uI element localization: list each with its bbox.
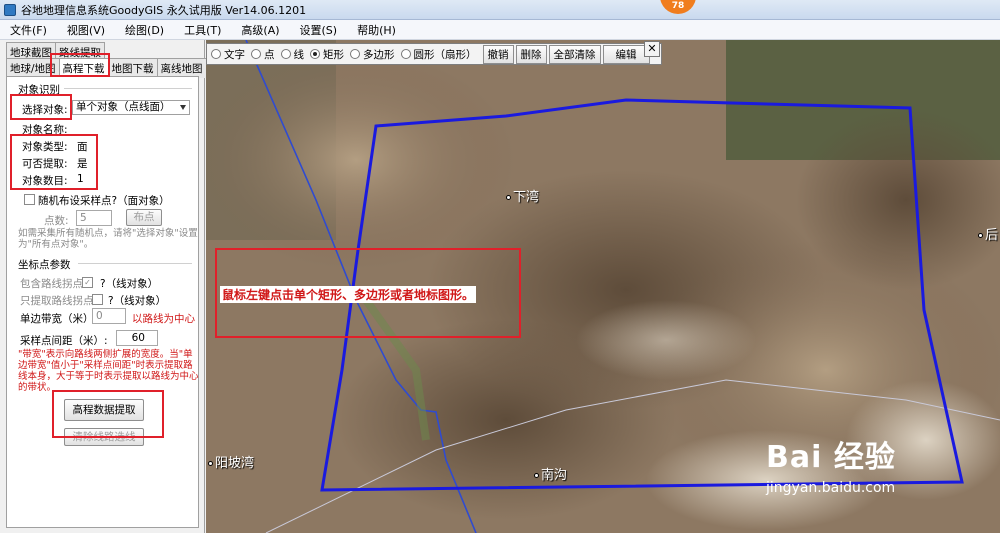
radio-dot-selected <box>310 49 320 59</box>
place-name: 阳坡湾 <box>215 456 255 471</box>
radio-rectangle[interactable]: 矩形 <box>310 47 344 62</box>
extractable-value: 是 <box>77 158 88 170</box>
radio-label: 点 <box>264 48 275 61</box>
include-inflection-label: 包含路线拐点 <box>20 278 83 290</box>
draw-toolbar: 文字 点 线 矩形 多边形 圆形（扇形） 撤销 删除 全部清除 编辑 <box>206 43 662 65</box>
random-sample-label: 随机布设采样点?（面对象） <box>38 195 170 207</box>
menu-draw[interactable]: 绘图(D) <box>115 22 174 38</box>
select-object-dropdown[interactable]: 单个对象（点线面） <box>72 100 190 115</box>
place-label-hou: 后 <box>978 224 998 243</box>
place-label-yangpowan: 阳坡湾 <box>208 452 254 471</box>
place-name: 下湾 <box>513 190 540 205</box>
place-label-nangou: 南沟 <box>534 464 567 483</box>
title-bar: 谷地地理信息系统GoodyGIS 永久试用版 Ver14.06.1201 <box>0 0 1000 20</box>
window-title: 谷地地理信息系统GoodyGIS 永久试用版 Ver14.06.1201 <box>21 3 307 17</box>
place-marker-icon <box>506 195 511 200</box>
tab-row-2: 地球/地图 高程下载 地图下载 离线地图 <box>6 58 207 78</box>
only-inflection-hint: ?（线对象） <box>108 295 167 307</box>
delete-button[interactable]: 删除 <box>515 44 547 64</box>
tab-earth-map[interactable]: 地球/地图 <box>6 58 60 78</box>
radio-circle[interactable]: 圆形（扇形） <box>400 47 477 62</box>
radio-dot <box>350 49 360 59</box>
tab-map-download[interactable]: 地图下载 <box>107 58 158 78</box>
menu-settings[interactable]: 设置(S) <box>290 22 348 38</box>
tab-offline-map[interactable]: 离线地图 <box>156 58 207 78</box>
clear-all-button[interactable]: 全部清除 <box>548 44 601 64</box>
place-name: 南沟 <box>541 468 568 483</box>
group-divider <box>64 88 192 89</box>
include-inflection-hint: ?（线对象） <box>100 278 159 290</box>
radio-label: 线 <box>293 48 305 61</box>
points-label: 点数: <box>44 215 69 227</box>
only-inflection-label: 只提取路线拐点 <box>20 295 94 307</box>
menu-view[interactable]: 视图(V) <box>57 22 115 38</box>
extract-elevation-button[interactable]: 高程数据提取 <box>64 399 144 421</box>
group-coords-title: 坐标点参数 <box>18 259 71 271</box>
radio-line[interactable]: 线 <box>280 47 305 62</box>
watermark-brand: Bai 经验 <box>766 440 896 475</box>
app-icon <box>4 3 16 16</box>
menu-tools[interactable]: 工具(T) <box>174 22 231 38</box>
menu-bar: 文件(F) 视图(V) 绘图(D) 工具(T) 高级(A) 设置(S) 帮助(H… <box>0 20 1000 40</box>
bandwidth-explanation: "带宽"表示向路线两侧扩展的宽度。当"单边带宽"值小于"采样点间距"时表示提取路… <box>18 349 199 393</box>
radio-point[interactable]: 点 <box>251 47 275 62</box>
interval-stepper[interactable]: 60 <box>116 330 158 346</box>
clear-route-button[interactable]: 清除线路选线 <box>64 428 144 446</box>
annotation-text: 鼠标左键点击单个矩形、多边形或者地标图形。 <box>220 286 477 303</box>
group-object-title: 对象识别 <box>18 84 60 96</box>
buffer-stepper[interactable]: 0 <box>92 308 126 324</box>
place-marker-icon <box>208 461 213 466</box>
group-divider <box>78 263 192 264</box>
radio-label: 圆形（扇形） <box>413 48 477 61</box>
random-sample-checkbox[interactable] <box>24 194 35 205</box>
place-name: 后 <box>985 228 999 243</box>
menu-advanced[interactable]: 高级(A) <box>231 22 289 38</box>
radio-text[interactable]: 文字 <box>211 47 245 62</box>
close-icon[interactable]: ✕ <box>644 41 660 57</box>
baidu-watermark: Bai 经验 jingyan.baidu.com <box>766 432 896 496</box>
tab-elevation-download[interactable]: 高程下载 <box>58 58 109 78</box>
include-inflection-checkbox[interactable]: ✓ <box>82 277 93 288</box>
object-type-label: 对象类型: <box>22 141 68 153</box>
only-inflection-checkbox[interactable] <box>92 294 103 305</box>
object-count-label: 对象数目: <box>22 175 68 187</box>
radio-dot <box>251 49 261 59</box>
object-name-label: 对象名称: <box>22 124 68 136</box>
chevron-down-icon <box>180 105 186 110</box>
left-panel: 地球截图 路线提取 地球/地图 高程下载 地图下载 离线地图 对象识别 选择对象… <box>0 40 207 533</box>
select-object-label: 选择对象: <box>22 104 68 116</box>
extractable-label: 可否提取: <box>22 158 68 170</box>
object-count-value: 1 <box>77 173 84 185</box>
edit-button[interactable]: 编辑 <box>602 44 650 64</box>
menu-help[interactable]: 帮助(H) <box>347 22 406 38</box>
radio-label: 矩形 <box>323 48 344 61</box>
radio-label: 文字 <box>224 48 245 61</box>
buffer-hint: 以路线为中心 <box>132 313 195 325</box>
radio-dot <box>280 49 291 59</box>
place-points-button[interactable]: 布点 <box>126 209 162 226</box>
points-input[interactable]: 5 <box>76 210 112 226</box>
menu-file[interactable]: 文件(F) <box>0 22 57 38</box>
object-type-value: 面 <box>77 141 88 153</box>
place-marker-icon <box>534 473 539 478</box>
undo-button[interactable]: 撤销 <box>482 44 514 64</box>
buffer-label: 单边带宽（米）: <box>20 313 98 325</box>
radio-dot <box>400 49 411 59</box>
interval-label: 采样点间距（米）: <box>20 335 108 347</box>
watermark-url: jingyan.baidu.com <box>766 480 896 496</box>
radio-label: 多边形 <box>363 48 395 61</box>
radio-polygon[interactable]: 多边形 <box>350 47 395 62</box>
place-marker-icon <box>978 233 983 238</box>
radio-dot <box>211 49 221 59</box>
select-object-value: 单个对象（点线面） <box>76 101 171 113</box>
random-hint-text: 如需采集所有随机点，请将"选择对象"设置为"所有点对象"。 <box>18 228 198 250</box>
place-label-xiawan: 下湾 <box>506 186 539 205</box>
